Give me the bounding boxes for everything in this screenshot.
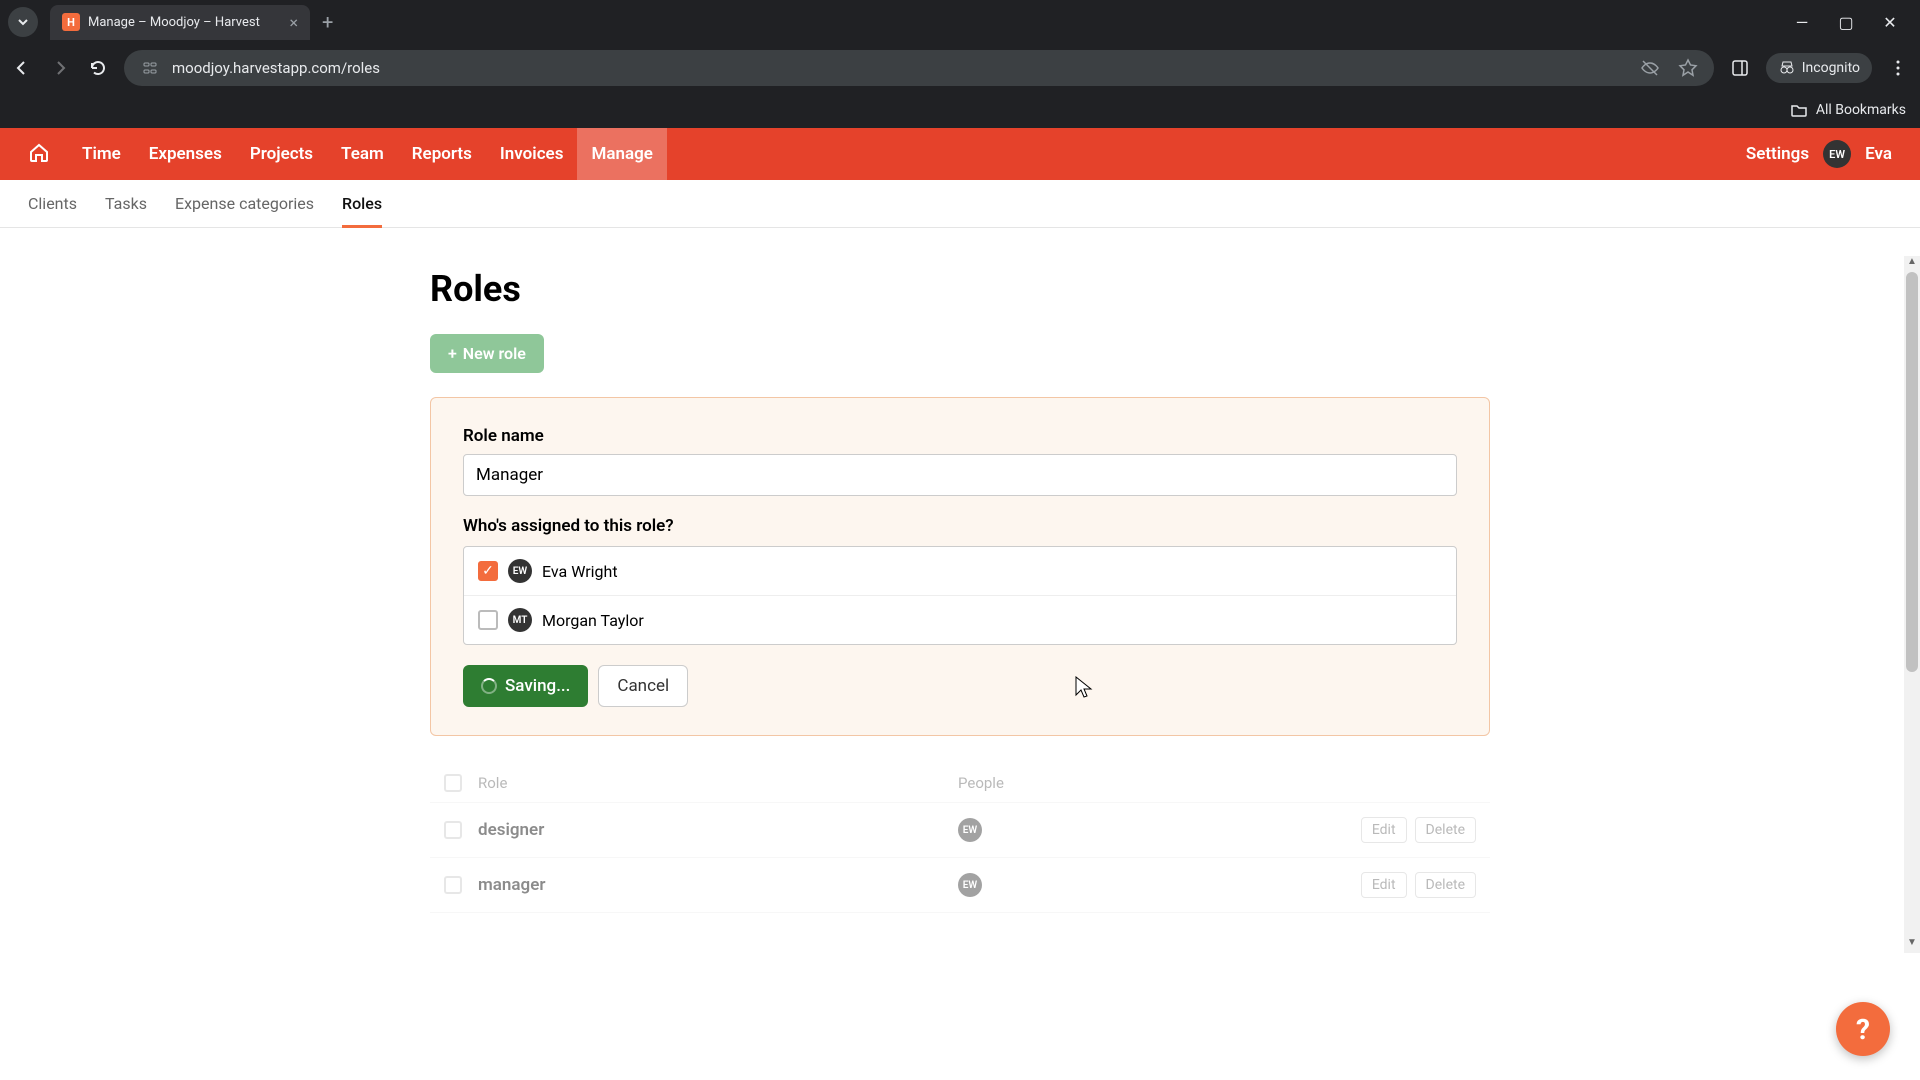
url-bar[interactable]: moodjoy.harvestapp.com/roles bbox=[124, 50, 1714, 86]
delete-button[interactable]: Delete bbox=[1415, 817, 1476, 843]
subnav-clients[interactable]: Clients bbox=[28, 180, 77, 227]
table-row: designer EW Edit Delete bbox=[430, 803, 1490, 858]
select-all-checkbox[interactable] bbox=[444, 774, 462, 792]
person-name: Morgan Taylor bbox=[542, 611, 644, 630]
edit-button[interactable]: Edit bbox=[1361, 872, 1407, 898]
person-avatar: EW bbox=[508, 559, 532, 583]
home-icon[interactable] bbox=[28, 141, 50, 167]
help-button[interactable]: ? bbox=[1836, 1002, 1890, 1056]
person-row: ✓ EW Eva Wright bbox=[464, 547, 1456, 596]
table-header: Role People bbox=[430, 764, 1490, 803]
close-window-icon[interactable]: ✕ bbox=[1880, 13, 1900, 32]
row-role: manager bbox=[478, 875, 958, 895]
nav-projects[interactable]: Projects bbox=[236, 128, 327, 180]
nav-expenses[interactable]: Expenses bbox=[135, 128, 236, 180]
url-text: moodjoy.harvestapp.com/roles bbox=[172, 59, 380, 77]
cancel-button[interactable]: Cancel bbox=[598, 665, 688, 707]
nav-time[interactable]: Time bbox=[68, 128, 135, 180]
settings-link[interactable]: Settings bbox=[1746, 144, 1809, 164]
new-role-label: New role bbox=[463, 344, 526, 363]
assigned-label: Who's assigned to this role? bbox=[463, 516, 1457, 536]
user-name[interactable]: Eva bbox=[1865, 144, 1892, 164]
role-form: Role name Who's assigned to this role? ✓… bbox=[430, 397, 1490, 736]
tabs-dropdown-icon[interactable] bbox=[8, 7, 38, 37]
incognito-badge[interactable]: Incognito bbox=[1766, 53, 1872, 83]
top-nav: Time Expenses Projects Team Reports Invo… bbox=[0, 128, 1920, 180]
minimize-icon[interactable]: — bbox=[1792, 13, 1812, 32]
subnav-tasks[interactable]: Tasks bbox=[105, 180, 147, 227]
site-settings-icon[interactable] bbox=[138, 56, 162, 80]
table-row: manager EW Edit Delete bbox=[430, 858, 1490, 913]
save-label: Saving... bbox=[505, 676, 570, 696]
person-name: Eva Wright bbox=[542, 562, 618, 581]
menu-icon[interactable] bbox=[1886, 56, 1910, 80]
user-avatar[interactable]: EW bbox=[1823, 140, 1851, 168]
reload-icon[interactable] bbox=[86, 56, 110, 80]
spinner-icon bbox=[481, 678, 497, 694]
sub-nav: Clients Tasks Expense categories Roles bbox=[0, 180, 1920, 228]
scrollbar[interactable]: ▲ ▼ bbox=[1904, 256, 1920, 953]
col-people: People bbox=[958, 774, 1476, 792]
star-icon[interactable] bbox=[1676, 56, 1700, 80]
side-panel-icon[interactable] bbox=[1728, 56, 1752, 80]
favicon-icon: H bbox=[62, 13, 80, 31]
delete-button[interactable]: Delete bbox=[1415, 872, 1476, 898]
nav-manage[interactable]: Manage bbox=[577, 128, 666, 180]
address-bar: moodjoy.harvestapp.com/roles Incognito bbox=[0, 44, 1920, 92]
close-tab-icon[interactable]: × bbox=[289, 13, 298, 32]
row-checkbox[interactable] bbox=[444, 821, 462, 839]
subnav-expense-categories[interactable]: Expense categories bbox=[175, 180, 314, 227]
person-checkbox[interactable]: ✓ bbox=[478, 561, 498, 581]
app: Time Expenses Projects Team Reports Invo… bbox=[0, 128, 1920, 953]
new-role-button[interactable]: + New role bbox=[430, 334, 544, 373]
nav-right: Settings EW Eva bbox=[1746, 140, 1892, 168]
browser-tab[interactable]: H Manage – Moodjoy – Harvest × bbox=[50, 5, 310, 40]
person-list: ✓ EW Eva Wright MT Morgan Taylor bbox=[463, 546, 1457, 645]
assigned-section: Who's assigned to this role? ✓ EW Eva Wr… bbox=[463, 516, 1457, 645]
form-actions: Saving... Cancel bbox=[463, 665, 1457, 707]
content: Roles + New role Role name Who's assigne… bbox=[430, 228, 1490, 953]
maximize-icon[interactable]: ▢ bbox=[1836, 13, 1856, 32]
back-icon[interactable] bbox=[10, 56, 34, 80]
scroll-thumb[interactable] bbox=[1906, 272, 1918, 672]
roles-table: Role People designer EW Edit Delete mana… bbox=[430, 764, 1490, 913]
nav-reports[interactable]: Reports bbox=[398, 128, 486, 180]
person-checkbox[interactable] bbox=[478, 610, 498, 630]
scroll-up-icon[interactable]: ▲ bbox=[1904, 256, 1920, 272]
nav-team[interactable]: Team bbox=[327, 128, 398, 180]
incognito-label: Incognito bbox=[1802, 60, 1860, 76]
row-role: designer bbox=[478, 820, 958, 840]
row-checkbox[interactable] bbox=[444, 876, 462, 894]
tab-title: Manage – Moodjoy – Harvest bbox=[88, 15, 281, 30]
person-row: MT Morgan Taylor bbox=[464, 596, 1456, 644]
eye-off-icon[interactable] bbox=[1638, 56, 1662, 80]
browser-chrome: H Manage – Moodjoy – Harvest × + — ▢ ✕ m… bbox=[0, 0, 1920, 128]
tab-bar: H Manage – Moodjoy – Harvest × + — ▢ ✕ bbox=[0, 0, 1920, 44]
all-bookmarks-link[interactable]: All Bookmarks bbox=[1816, 102, 1906, 118]
role-name-label: Role name bbox=[463, 426, 1457, 446]
nav-invoices[interactable]: Invoices bbox=[486, 128, 578, 180]
window-controls: — ▢ ✕ bbox=[1792, 13, 1912, 32]
folder-icon bbox=[1790, 101, 1808, 119]
save-button[interactable]: Saving... bbox=[463, 665, 588, 707]
incognito-icon bbox=[1778, 59, 1796, 77]
col-role: Role bbox=[478, 774, 958, 792]
row-avatar: EW bbox=[958, 873, 982, 897]
role-name-input[interactable] bbox=[463, 454, 1457, 496]
edit-button[interactable]: Edit bbox=[1361, 817, 1407, 843]
subnav-roles[interactable]: Roles bbox=[342, 180, 382, 227]
nav-links: Time Expenses Projects Team Reports Invo… bbox=[68, 128, 667, 180]
new-tab-icon[interactable]: + bbox=[322, 10, 333, 34]
person-avatar: MT bbox=[508, 608, 532, 632]
forward-icon[interactable] bbox=[48, 56, 72, 80]
scroll-down-icon[interactable]: ▼ bbox=[1904, 937, 1920, 953]
page-title: Roles bbox=[430, 268, 1490, 310]
row-avatar: EW bbox=[958, 818, 982, 842]
bookmarks-bar: All Bookmarks bbox=[0, 92, 1920, 128]
plus-icon: + bbox=[448, 344, 457, 363]
